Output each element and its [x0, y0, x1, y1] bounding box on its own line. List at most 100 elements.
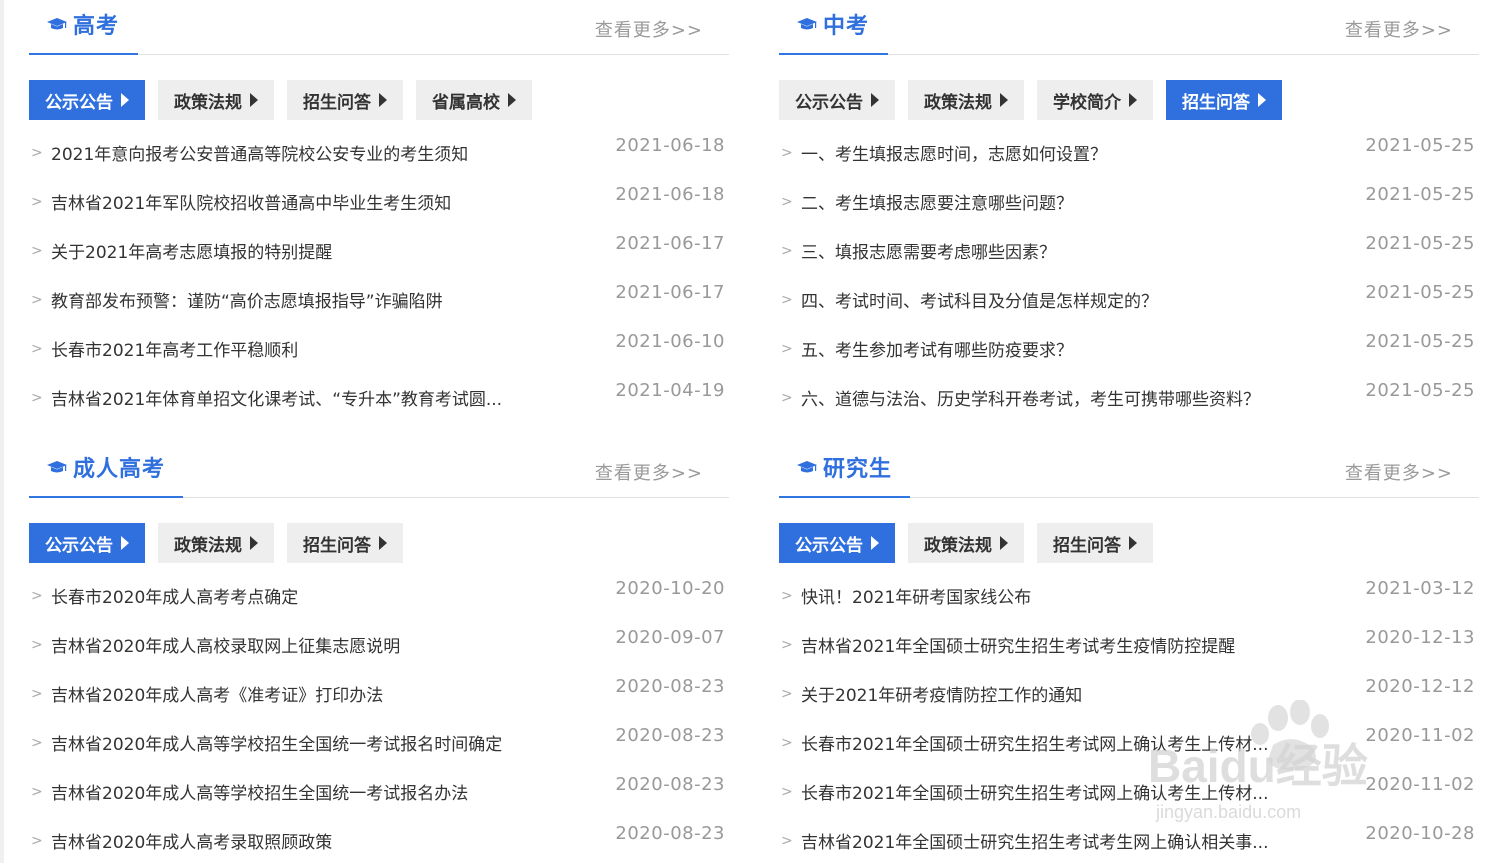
chevron-right-icon: >: [31, 783, 43, 800]
item-date: 2020-09-07: [615, 627, 725, 648]
item-title-link[interactable]: 吉林省2020年成人高考录取照顾政策: [51, 828, 332, 853]
triangle-right-icon: [1129, 93, 1137, 107]
item-title-link[interactable]: 五、考生参加考试有哪些防疫要求？: [801, 336, 1073, 361]
item-title-link[interactable]: 长春市2021年全国硕士研究生招生考试网上确认考生上传材...: [801, 779, 1268, 804]
item-title-link[interactable]: 一、考生填报志愿时间，志愿如何设置？: [801, 140, 1107, 165]
tab-policies[interactable]: 政策法规: [158, 80, 274, 120]
item-title-link[interactable]: 教育部发布预警：谨防“高价志愿填报指导”诈骗陷阱: [51, 287, 443, 312]
tab-announcements[interactable]: 公示公告: [779, 80, 895, 120]
list-item[interactable]: > 长春市2021年高考工作平稳顺利 2021-06-10: [29, 324, 729, 373]
item-title-link[interactable]: 吉林省2020年成人高考《准考证》打印办法: [51, 681, 383, 706]
item-title-link[interactable]: 吉林省2020年成人高校录取网上征集志愿说明: [51, 632, 400, 657]
item-title-link[interactable]: 2021年意向报考公安普通高等院校公安专业的考生须知: [51, 140, 468, 165]
tab-faq[interactable]: 招生问答: [1037, 523, 1153, 563]
list-item[interactable]: > 吉林省2020年成人高校录取网上征集志愿说明 2020-09-07: [29, 620, 729, 669]
tab-policies[interactable]: 政策法规: [908, 80, 1024, 120]
chevron-right-icon: >: [781, 389, 793, 406]
tab-announcements[interactable]: 公示公告: [29, 80, 145, 120]
item-title-link[interactable]: 吉林省2021年全国硕士研究生招生考试考生网上确认相关事...: [801, 828, 1268, 853]
tab-announcements[interactable]: 公示公告: [779, 523, 895, 563]
item-title-link[interactable]: 四、考试时间、考试科目及分值是怎样规定的？: [801, 287, 1158, 312]
list-item[interactable]: > 长春市2021年全国硕士研究生招生考试网上确认考生上传材... 2020-11-…: [779, 718, 1479, 767]
chevron-right-icon: >: [31, 291, 43, 308]
item-title-link[interactable]: 吉林省2020年成人高等学校招生全国统一考试报名时间确定: [51, 730, 502, 755]
item-date: 2020-08-23: [615, 676, 725, 697]
triangle-right-icon: [1000, 93, 1008, 107]
tab-label: 招生问答: [1053, 535, 1121, 556]
item-title-link[interactable]: 吉林省2021年军队院校招收普通高中毕业生考生须知: [51, 189, 451, 214]
list-item[interactable]: > 吉林省2021年军队院校招收普通高中毕业生考生须知 2021-06-18: [29, 177, 729, 226]
panel-title[interactable]: 中考: [823, 8, 869, 40]
list-item[interactable]: > 教育部发布预警：谨防“高价志愿填报指导”诈骗陷阱 2021-06-17: [29, 275, 729, 324]
list-item[interactable]: > 三、填报志愿需要考虑哪些因素？ 2021-05-25: [779, 226, 1479, 275]
tab-label: 招生问答: [303, 535, 371, 556]
tab-label: 公示公告: [45, 535, 113, 556]
item-title-link[interactable]: 长春市2021年高考工作平稳顺利: [51, 336, 298, 361]
item-title-link[interactable]: 三、填报志愿需要考虑哪些因素？: [801, 238, 1056, 263]
triangle-right-icon: [250, 536, 258, 550]
list-item[interactable]: > 长春市2020年成人高考考点确定 2020-10-20: [29, 571, 729, 620]
item-title-link[interactable]: 六、道德与法治、历史学科开卷考试，考生可携带哪些资料？: [801, 385, 1260, 410]
tab-policies[interactable]: 政策法规: [908, 523, 1024, 563]
list-item[interactable]: > 吉林省2020年成人高考录取照顾政策 2020-08-23: [29, 816, 729, 865]
item-title-link[interactable]: 关于2021年高考志愿填报的特别提醒: [51, 238, 332, 263]
list-item[interactable]: > 吉林省2020年成人高等学校招生全国统一考试报名办法 2020-08-23: [29, 767, 729, 816]
item-title-link[interactable]: 吉林省2021年全国硕士研究生招生考试考生疫情防控提醒: [801, 632, 1235, 657]
list-item[interactable]: > 关于2021年研考疫情防控工作的通知 2020-12-12: [779, 669, 1479, 718]
list-item[interactable]: > 吉林省2020年成人高等学校招生全国统一考试报名时间确定 2020-08-23: [29, 718, 729, 767]
list-item[interactable]: > 一、考生填报志愿时间，志愿如何设置？ 2021-05-25: [779, 128, 1479, 177]
triangle-right-icon: [379, 536, 387, 550]
list-item[interactable]: > 吉林省2021年全国硕士研究生招生考试考生疫情防控提醒 2020-12-13: [779, 620, 1479, 669]
item-date: 2021-06-17: [615, 282, 725, 303]
list-item[interactable]: > 吉林省2020年成人高考《准考证》打印办法 2020-08-23: [29, 669, 729, 718]
chevron-right-icon: >: [31, 340, 43, 357]
panel-title[interactable]: 高考: [73, 8, 119, 40]
item-title-link[interactable]: 长春市2020年成人高考考点确定: [51, 583, 298, 608]
item-date: 2021-05-25: [1365, 380, 1475, 401]
item-title-link[interactable]: 快讯！2021年研考国家线公布: [801, 583, 1031, 608]
panel-title[interactable]: 成人高考: [73, 451, 165, 483]
chevron-right-icon: >: [781, 242, 793, 259]
item-date: 2020-11-02: [1365, 774, 1475, 795]
list-item[interactable]: > 吉林省2021年全国硕士研究生招生考试考生网上确认相关事... 2020-10-…: [779, 816, 1479, 865]
chevron-right-icon: >: [31, 242, 43, 259]
list-item[interactable]: > 快讯！2021年研考国家线公布 2021-03-12: [779, 571, 1479, 620]
chevron-right-icon: >: [781, 832, 793, 849]
triangle-right-icon: [1258, 93, 1266, 107]
list-item[interactable]: > 二、考生填报志愿要注意哪些问题？ 2021-05-25: [779, 177, 1479, 226]
list-item[interactable]: > 长春市2021年全国硕士研究生招生考试网上确认考生上传材... 2020-11-…: [779, 767, 1479, 816]
list-item[interactable]: >2021年意向报考公安普通高等院校公安专业的考生须知 2021-06-18: [29, 128, 729, 177]
chevron-right-icon: >: [781, 636, 793, 653]
list-item[interactable]: > 关于2021年高考志愿填报的特别提醒 2021-06-17: [29, 226, 729, 275]
panel-title-wrap: 研究生: [779, 442, 910, 498]
view-more-link[interactable]: 查看更多>>: [595, 459, 703, 485]
view-more-link[interactable]: 查看更多>>: [595, 16, 703, 42]
item-date: 2021-06-17: [615, 233, 725, 254]
tab-faq[interactable]: 招生问答: [1166, 80, 1282, 120]
tab-policies[interactable]: 政策法规: [158, 523, 274, 563]
list-item[interactable]: > 吉林省2021年体育单招文化课考试、“专升本”教育考试圆... 2021-04-…: [29, 373, 729, 422]
tab-school-intro[interactable]: 学校简介: [1037, 80, 1153, 120]
list-item[interactable]: > 六、道德与法治、历史学科开卷考试，考生可携带哪些资料？ 2021-05-25: [779, 373, 1479, 422]
tab-faq[interactable]: 招生问答: [287, 523, 403, 563]
news-list: > 一、考生填报志愿时间，志愿如何设置？ 2021-05-25 > 二、考生填报志愿要…: [779, 128, 1479, 422]
tab-provincial-colleges[interactable]: 省属高校: [416, 80, 532, 120]
tab-faq[interactable]: 招生问答: [287, 80, 403, 120]
chevron-right-icon: >: [31, 389, 43, 406]
chevron-right-icon: >: [781, 587, 793, 604]
chevron-right-icon: >: [31, 685, 43, 702]
panel-title[interactable]: 研究生: [823, 451, 892, 483]
tab-label: 省属高校: [432, 92, 500, 113]
tab-announcements[interactable]: 公示公告: [29, 523, 145, 563]
list-item[interactable]: > 五、考生参加考试有哪些防疫要求？ 2021-05-25: [779, 324, 1479, 373]
view-more-link[interactable]: 查看更多>>: [1345, 16, 1453, 42]
item-title-link[interactable]: 关于2021年研考疫情防控工作的通知: [801, 681, 1082, 706]
item-title-link[interactable]: 吉林省2021年体育单招文化课考试、“专升本”教育考试圆...: [51, 385, 502, 410]
list-item[interactable]: > 四、考试时间、考试科目及分值是怎样规定的？ 2021-05-25: [779, 275, 1479, 324]
item-title-link[interactable]: 吉林省2020年成人高等学校招生全国统一考试报名办法: [51, 779, 468, 804]
view-more-link[interactable]: 查看更多>>: [1345, 459, 1453, 485]
item-title-link[interactable]: 二、考生填报志愿要注意哪些问题？: [801, 189, 1073, 214]
item-title-link[interactable]: 长春市2021年全国硕士研究生招生考试网上确认考生上传材...: [801, 730, 1268, 755]
graduation-cap-icon: [797, 18, 817, 30]
item-date: 2020-11-02: [1365, 725, 1475, 746]
